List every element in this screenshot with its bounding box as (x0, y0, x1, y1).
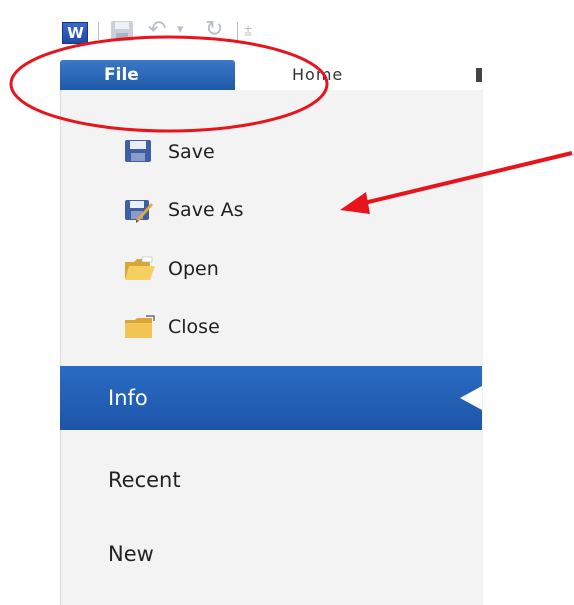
ribbon-tabs: File Home (60, 60, 574, 90)
save-icon[interactable] (110, 20, 134, 46)
quick-access-toolbar: W ↶ ▾ ↻ ⩲ (0, 0, 574, 48)
close-folder-icon (124, 314, 156, 340)
undo-icon[interactable]: ↶ (148, 19, 166, 41)
open-folder-icon (124, 256, 156, 282)
info-tab[interactable]: Info (60, 366, 482, 430)
recent-label: Recent (108, 468, 181, 492)
save-label: Save (168, 141, 215, 163)
close-command[interactable]: Close (60, 307, 482, 347)
selection-pointer (460, 386, 482, 410)
new-label: New (108, 542, 154, 566)
file-tab[interactable]: File (60, 60, 235, 90)
new-tab[interactable]: New (60, 529, 482, 579)
home-tab[interactable]: Home (292, 60, 343, 90)
open-label: Open (168, 258, 219, 280)
customize-icon[interactable]: ⩲ (244, 22, 252, 42)
toolbar-divider (98, 22, 99, 40)
close-label: Close (168, 316, 220, 338)
save-as-command[interactable]: Save As (60, 190, 482, 230)
save-icon (124, 139, 156, 165)
word-logo-icon: W (62, 22, 88, 44)
save-as-icon (124, 197, 156, 223)
recent-tab[interactable]: Recent (60, 455, 482, 505)
redo-icon[interactable]: ↻ (205, 19, 223, 41)
insert-tab-edge[interactable] (476, 68, 482, 82)
toolbar-divider (237, 22, 238, 40)
save-command[interactable]: Save (60, 132, 482, 172)
chevron-down-icon[interactable]: ▾ (177, 20, 184, 40)
save-as-label: Save As (168, 199, 244, 221)
open-command[interactable]: Open (60, 249, 482, 289)
info-label: Info (108, 386, 148, 410)
